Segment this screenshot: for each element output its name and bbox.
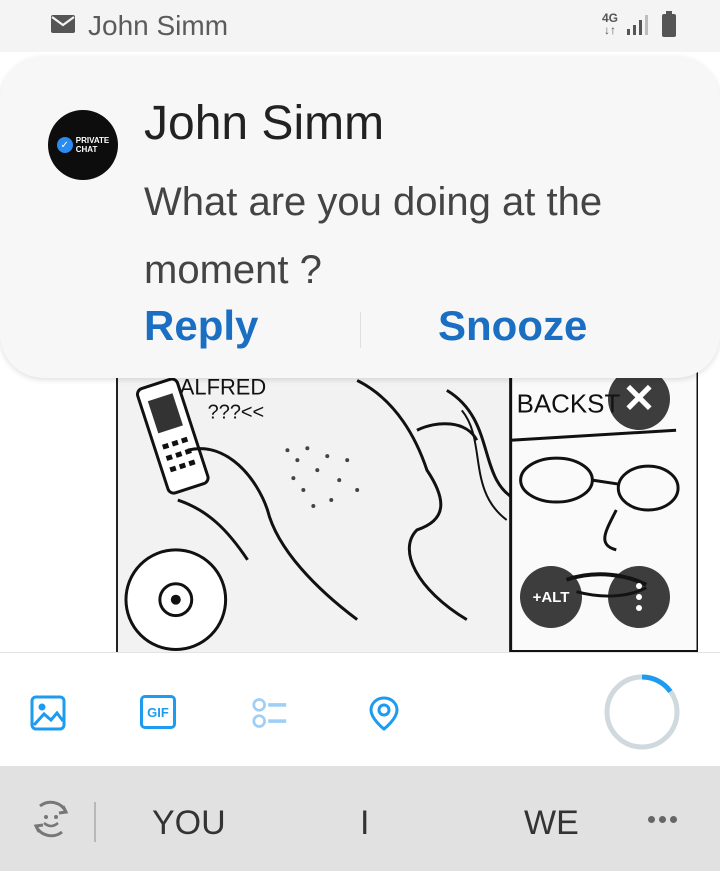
suggestion-word[interactable]: I	[360, 804, 369, 843]
tweet-image[interactable]: ALFRED ???<< BACKST ✕ +ALT	[116, 360, 698, 652]
avatar-text-private: PRIVATE	[75, 136, 110, 145]
sketch-text-backstage: BACKST	[517, 390, 621, 418]
notification-actions: Reply Snooze	[0, 302, 720, 362]
more-vertical-icon	[636, 583, 642, 611]
notification-title: John Simm	[144, 97, 385, 150]
verified-icon: ✓	[56, 137, 73, 153]
location-icon[interactable]	[366, 695, 402, 731]
status-sender: John Simm	[88, 10, 229, 41]
avatar: ✓ PRIVATE CHAT	[48, 110, 118, 180]
reply-button[interactable]: Reply	[144, 302, 258, 350]
keyboard-suggestion-bar: YOU I WE	[0, 766, 720, 871]
battery-icon	[662, 11, 676, 37]
gif-button[interactable]: GIF	[140, 695, 176, 731]
status-bar: John Simm 4G ↓↑	[0, 0, 720, 52]
alt-label: +ALT	[532, 588, 570, 606]
more-horizontal-icon[interactable]	[648, 816, 677, 823]
image-icon[interactable]	[30, 695, 66, 731]
snooze-button[interactable]: Snooze	[438, 302, 587, 350]
character-count-progress	[604, 674, 680, 750]
action-divider	[360, 312, 361, 348]
emoji-icon[interactable]	[30, 798, 72, 840]
add-alt-text-button[interactable]: +ALT	[520, 566, 582, 628]
mail-icon	[51, 15, 75, 33]
sketch-text-question: ???<<	[208, 401, 265, 423]
suggestion-word[interactable]: YOU	[152, 804, 226, 843]
close-icon: ✕	[622, 377, 656, 421]
sketch-text-alfred: ALFRED	[180, 374, 266, 399]
notification-message: What are you doing at the moment ?	[144, 180, 603, 292]
poll-icon[interactable]	[252, 695, 288, 731]
gif-icon: GIF	[140, 695, 176, 729]
notification-card[interactable]: ✓ PRIVATE CHAT John Simm What are you do…	[0, 56, 720, 378]
data-arrows-icon: 4G ↓↑	[601, 11, 618, 37]
media-options-button[interactable]	[608, 566, 670, 628]
status-icons: 4G ↓↑	[602, 10, 678, 38]
avatar-text-chat: CHAT	[75, 145, 98, 154]
suggestion-divider	[94, 802, 96, 842]
suggestion-word[interactable]: WE	[524, 804, 579, 843]
signal-icon	[627, 15, 648, 35]
